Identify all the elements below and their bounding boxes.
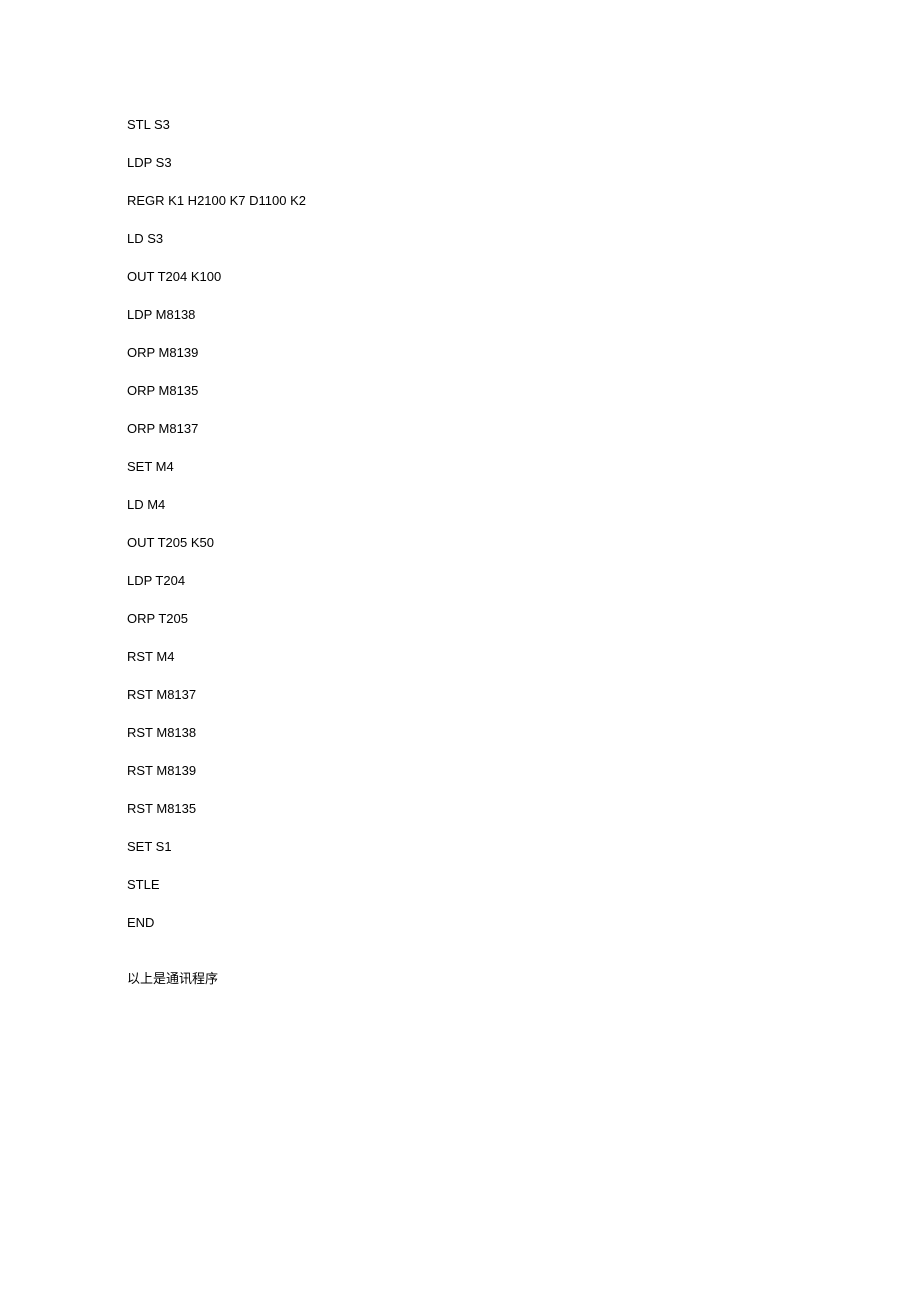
code-line: LD S3 xyxy=(127,232,920,245)
code-line: RST M8137 xyxy=(127,688,920,701)
code-line: SET S1 xyxy=(127,840,920,853)
code-line: SET M4 xyxy=(127,460,920,473)
code-line: OUT T204 K100 xyxy=(127,270,920,283)
code-line: LDP S3 xyxy=(127,156,920,169)
code-line: STL S3 xyxy=(127,118,920,131)
code-line: ORP M8135 xyxy=(127,384,920,397)
code-line: RST M8138 xyxy=(127,726,920,739)
footer-text: 以上是通讯程序 xyxy=(127,972,920,985)
code-line: ORP T205 xyxy=(127,612,920,625)
code-line: LD M4 xyxy=(127,498,920,511)
code-line: STLE xyxy=(127,878,920,891)
code-line: ORP M8139 xyxy=(127,346,920,359)
code-block: STL S3 LDP S3 REGR K1 H2100 K7 D1100 K2 … xyxy=(127,118,920,929)
code-line: RST M8135 xyxy=(127,802,920,815)
code-line: LDP T204 xyxy=(127,574,920,587)
code-line: OUT T205 K50 xyxy=(127,536,920,549)
code-line: END xyxy=(127,916,920,929)
code-line: RST M8139 xyxy=(127,764,920,777)
code-line: REGR K1 H2100 K7 D1100 K2 xyxy=(127,194,920,207)
code-line: LDP M8138 xyxy=(127,308,920,321)
code-line: ORP M8137 xyxy=(127,422,920,435)
code-line: RST M4 xyxy=(127,650,920,663)
